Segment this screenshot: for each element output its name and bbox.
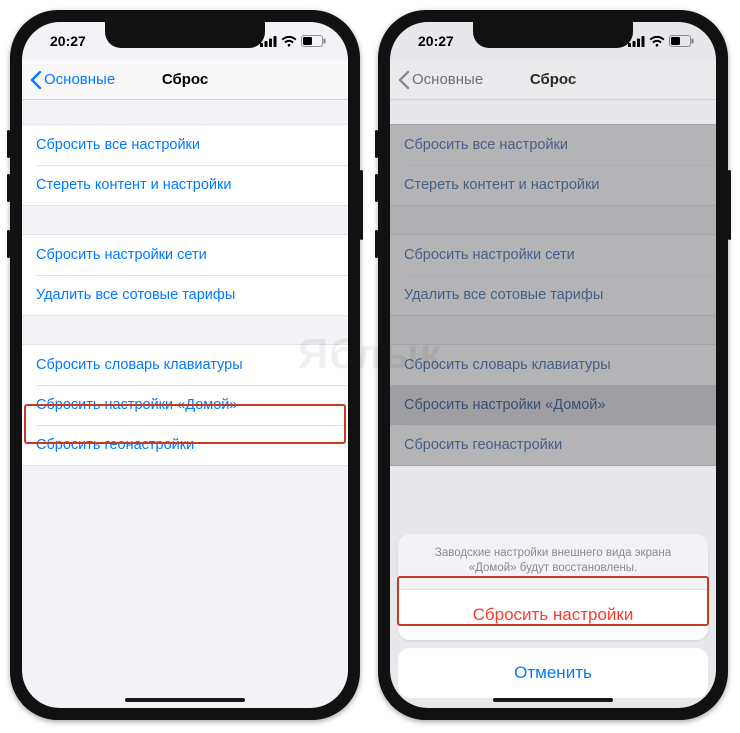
settings-group-2: Сбросить настройки сети Удалить все сото… (22, 234, 348, 316)
settings-group-1: Сбросить все настройки Стереть контент и… (22, 124, 348, 206)
row-reset-home[interactable]: Сбросить настройки «Домой» (22, 385, 348, 425)
home-indicator[interactable] (125, 698, 245, 702)
notch (105, 22, 265, 48)
home-indicator[interactable] (493, 698, 613, 702)
row-label: Сбросить словарь клавиатуры (36, 357, 243, 373)
nav-bar: Основные Сброс (22, 60, 348, 100)
row-label: Сбросить настройки «Домой» (36, 397, 237, 413)
back-button[interactable]: Основные (390, 71, 483, 89)
row-delete-cellular[interactable]: Удалить все сотовые тарифы (22, 275, 348, 315)
settings-group-3: Сбросить словарь клавиатуры Сбросить нас… (22, 344, 348, 466)
action-sheet-cancel-button[interactable]: Отменить (398, 648, 708, 698)
battery-icon (301, 35, 326, 47)
row-reset-location[interactable]: Сбросить геонастройки (22, 425, 348, 465)
nav-bar: Основные Сброс (390, 60, 716, 100)
modal-dim-overlay[interactable] (390, 124, 716, 466)
row-reset-network[interactable]: Сбросить настройки сети (22, 235, 348, 275)
back-label: Основные (44, 71, 115, 88)
back-label: Основные (412, 71, 483, 88)
status-time: 20:27 (418, 33, 454, 49)
wifi-icon (281, 36, 297, 47)
iphone-left: 20:27 Основные (10, 10, 360, 720)
row-label: Удалить все сотовые тарифы (36, 287, 235, 303)
row-label: Сбросить настройки сети (36, 247, 207, 263)
row-erase-content[interactable]: Стереть контент и настройки (22, 165, 348, 205)
row-reset-all[interactable]: Сбросить все настройки (22, 125, 348, 165)
chevron-left-icon (398, 71, 410, 89)
row-reset-keyboard[interactable]: Сбросить словарь клавиатуры (22, 345, 348, 385)
iphone-right: 20:27 Основные (378, 10, 728, 720)
row-label: Стереть контент и настройки (36, 177, 231, 193)
status-time: 20:27 (50, 33, 86, 49)
wifi-icon (649, 36, 665, 47)
action-sheet-confirm-button[interactable]: Сбросить настройки (398, 590, 708, 640)
back-button[interactable]: Основные (22, 71, 115, 89)
row-label: Сбросить геонастройки (36, 437, 194, 453)
battery-icon (669, 35, 694, 47)
chevron-left-icon (30, 71, 42, 89)
notch (473, 22, 633, 48)
action-sheet-message: Заводские настройки внешнего вида экрана… (398, 534, 708, 590)
row-label: Сбросить все настройки (36, 137, 200, 153)
action-sheet: Заводские настройки внешнего вида экрана… (398, 534, 708, 698)
